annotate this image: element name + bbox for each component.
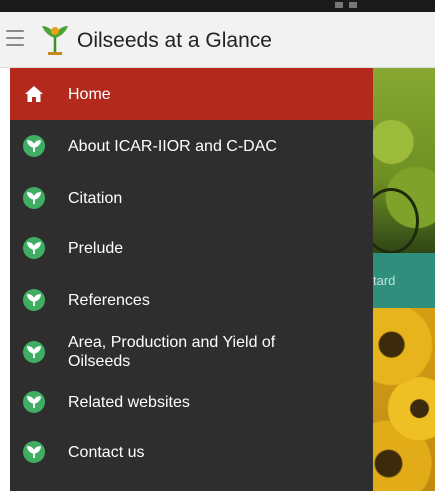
drawer-item-label: Home — [68, 85, 111, 103]
drawer-item-label: Contact us — [68, 443, 145, 461]
background-caption-strip: tard — [373, 253, 435, 308]
drawer-item-label: Citation — [68, 189, 123, 207]
leaf-badge-icon — [23, 391, 45, 413]
status-icons — [335, 2, 375, 8]
drawer-item-about[interactable]: About ICAR-IIOR and C-DAC — [10, 120, 373, 172]
background-content: tard — [373, 68, 435, 491]
app-bar: Oilseeds at a Glance — [0, 12, 435, 68]
drawer-item-prelude[interactable]: Prelude — [10, 222, 373, 274]
leaf-badge-icon — [23, 187, 45, 209]
drawer-item-label: References — [68, 291, 150, 309]
drawer-item-citation[interactable]: Citation — [10, 172, 373, 224]
drawer-item-references[interactable]: References — [10, 274, 373, 326]
drawer-item-label: About ICAR-IIOR and C-DAC — [68, 137, 277, 155]
status-bar — [0, 0, 435, 12]
oilseeds-logo-icon — [40, 22, 70, 58]
app-title: Oilseeds at a Glance — [77, 29, 272, 52]
drawer-item-area-production-yield[interactable]: Area, Production and Yield of Oilseeds — [10, 324, 373, 380]
app-screen: Oilseeds at a Glance tard Home About ICA… — [0, 0, 435, 491]
sunflower-field-image — [373, 308, 435, 491]
background-caption: tard — [373, 273, 396, 288]
leaf-badge-icon — [23, 237, 45, 259]
navigation-drawer: Home About ICAR-IIOR and C-DAC Citation … — [10, 68, 373, 491]
leaf-badge-icon — [23, 289, 45, 311]
leaf-badge-icon — [23, 341, 45, 363]
drawer-item-label: Area, Production and Yield of Oilseeds — [68, 334, 276, 370]
home-icon — [23, 83, 45, 105]
drawer-item-label: Prelude — [68, 239, 124, 257]
drawer-item-contact-us[interactable]: Contact us — [10, 426, 373, 478]
leaf-badge-icon — [23, 135, 45, 157]
leaf-badge-icon — [23, 441, 45, 463]
mustard-field-image — [373, 68, 435, 254]
hamburger-icon[interactable] — [6, 30, 24, 46]
drawer-item-label: Related websites — [68, 393, 190, 411]
drawer-item-home[interactable]: Home — [10, 68, 373, 120]
drawer-item-related-websites[interactable]: Related websites — [10, 376, 373, 428]
